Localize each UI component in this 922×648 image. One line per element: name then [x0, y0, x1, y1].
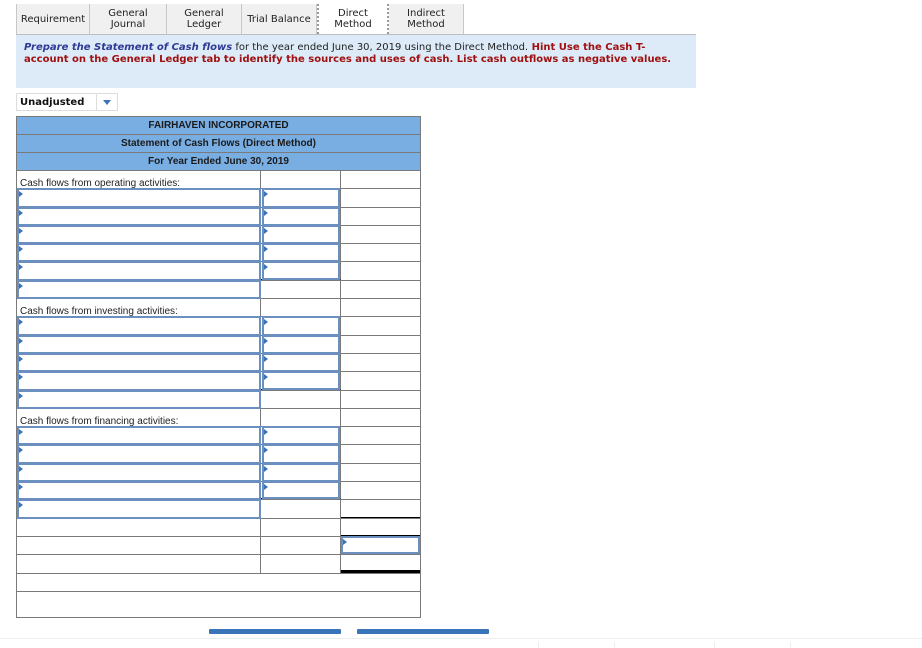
financing-amount-input[interactable] [262, 444, 340, 464]
adjustment-dropdown[interactable]: Unadjusted [16, 93, 118, 111]
investing-desc-input[interactable] [17, 371, 261, 391]
previous-button[interactable] [209, 629, 341, 634]
tab-direct-method[interactable]: Direct Method [317, 4, 389, 34]
investing-amount-input[interactable] [262, 334, 340, 354]
chevron-down-icon[interactable] [97, 99, 117, 105]
tab-general-ledger[interactable]: General Ledger [167, 4, 242, 34]
next-button[interactable] [357, 629, 489, 634]
operating-amount-input[interactable] [262, 224, 340, 245]
blank-row [17, 592, 420, 618]
table-row [17, 352, 420, 373]
financing-desc-input[interactable] [17, 481, 261, 501]
tab-label: General Ledger [184, 8, 224, 30]
investing-desc-input[interactable] [17, 316, 261, 336]
financing-total-row [17, 499, 420, 519]
table-row [17, 261, 420, 281]
investing-desc-input[interactable] [17, 352, 261, 373]
footer-divider-tick [714, 642, 715, 648]
financing-amount-input[interactable] [262, 462, 340, 483]
table-row [17, 224, 420, 245]
investing-desc-input[interactable] [17, 334, 261, 354]
operating-total-desc-input[interactable] [17, 279, 261, 300]
financing-amount-input[interactable] [262, 426, 340, 446]
operating-desc-input[interactable] [17, 206, 261, 226]
net-change-row [17, 535, 420, 556]
financing-desc-input[interactable] [17, 444, 261, 464]
operating-desc-input[interactable] [17, 261, 261, 281]
tab-bar: Requirement General Journal General Ledger… [16, 4, 464, 34]
investing-amount-input[interactable] [262, 371, 340, 390]
operating-amount-input[interactable] [262, 188, 340, 208]
operating-desc-input[interactable] [17, 243, 261, 263]
dropdown-value: Unadjusted [20, 96, 85, 108]
operating-amount-input[interactable] [262, 261, 340, 280]
table-row [17, 371, 420, 391]
tab-label: Indirect Method [407, 8, 445, 30]
table-row [17, 444, 420, 464]
operating-desc-input[interactable] [17, 188, 261, 208]
footer-divider-tick [538, 642, 539, 648]
investing-total-desc-input[interactable] [17, 389, 261, 409]
section-header-investing: Cash flows from investing activities: [17, 299, 420, 318]
tab-label: Requirement [20, 13, 86, 25]
blank-row [17, 574, 420, 592]
table-row [17, 188, 420, 208]
tab-general-journal[interactable]: General Journal [90, 4, 167, 34]
table-row [17, 206, 420, 226]
financing-total-desc-input[interactable] [17, 499, 261, 519]
investing-amount-input[interactable] [262, 352, 340, 373]
operating-total-row [17, 279, 420, 300]
summary-row [17, 518, 420, 537]
table-row [17, 426, 420, 446]
tab-label: General Journal [108, 8, 148, 30]
instructions-panel: Prepare the Statement of Cash flows for … [16, 35, 696, 88]
table-row [17, 334, 420, 354]
section-header-operating: Cash flows from operating activities: [17, 171, 420, 190]
operating-amount-input[interactable] [262, 206, 340, 226]
tab-label: Trial Balance [247, 13, 311, 25]
tab-indirect-method[interactable]: Indirect Method [389, 4, 464, 34]
footer-divider-tick [614, 642, 615, 648]
statement-title: Statement of Cash Flows (Direct Method) [17, 135, 420, 153]
table-row [17, 316, 420, 336]
investing-total-row [17, 389, 420, 409]
company-name: FAIRHAVEN INCORPORATED [17, 117, 420, 135]
cash-flow-statement: FAIRHAVEN INCORPORATED Statement of Cash… [16, 116, 421, 618]
tab-trial-balance[interactable]: Trial Balance [242, 4, 317, 34]
operating-desc-input[interactable] [17, 224, 261, 245]
operating-amount-input[interactable] [262, 243, 340, 263]
summary-row [17, 555, 420, 574]
table-row [17, 481, 420, 501]
tab-label: Direct Method [334, 8, 372, 30]
table-row [17, 243, 420, 263]
financing-desc-input[interactable] [17, 426, 261, 446]
financing-amount-input[interactable] [262, 481, 340, 500]
statement-period: For Year Ended June 30, 2019 [17, 153, 420, 171]
footer-divider [0, 638, 922, 639]
financing-desc-input[interactable] [17, 462, 261, 483]
instructions-text: for the year ended June 30, 2019 using t… [232, 42, 529, 53]
table-row [17, 462, 420, 483]
net-change-amount-input[interactable] [341, 535, 420, 555]
investing-amount-input[interactable] [262, 316, 340, 336]
tab-requirement[interactable]: Requirement [16, 4, 90, 34]
footer-divider-tick [790, 642, 791, 648]
section-header-financing: Cash flows from financing activities: [17, 408, 420, 428]
instructions-lead: Prepare the Statement of Cash flows [24, 42, 233, 53]
